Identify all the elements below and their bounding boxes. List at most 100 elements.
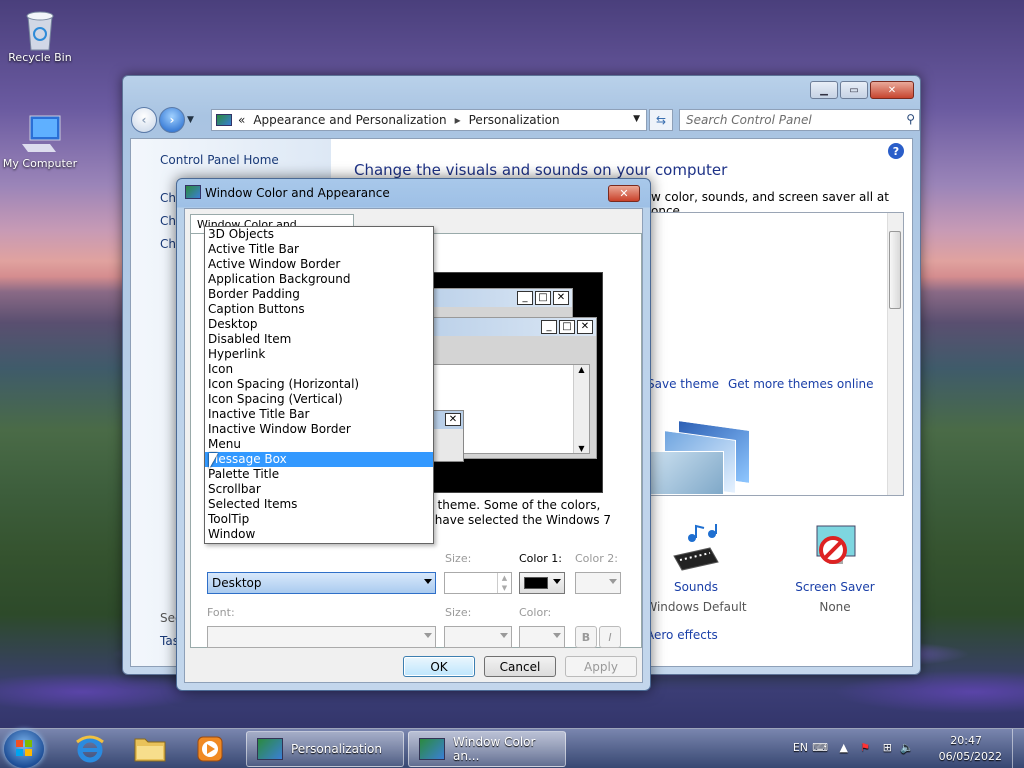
font-color-label: Color: — [519, 606, 552, 619]
item-dropdown[interactable]: Desktop — [207, 572, 436, 594]
network-icon[interactable]: ⊞ — [883, 741, 892, 754]
show-desktop-button[interactable] — [1012, 729, 1024, 768]
list-item[interactable]: Inactive Title Bar — [205, 407, 433, 422]
list-item[interactable]: ToolTip — [205, 512, 433, 527]
search-input[interactable]: Search Control Panel ⚲ — [679, 109, 920, 131]
clock-time[interactable]: 20:47 — [950, 734, 982, 747]
list-item[interactable]: Icon — [205, 362, 433, 377]
taskbar-item-label: Personalization — [291, 742, 382, 756]
search-placeholder: Search Control Panel — [686, 113, 812, 127]
dialog-close-button[interactable]: ✕ — [608, 185, 640, 202]
left-link-1[interactable]: Ch — [160, 191, 176, 205]
item-dropdown-list[interactable]: 3D Objects Active Title Bar Active Windo… — [204, 226, 434, 544]
volume-icon[interactable]: 🔈 — [900, 741, 914, 754]
font-dropdown[interactable] — [207, 626, 436, 648]
size-label: Size: — [445, 552, 472, 565]
list-item-selected[interactable]: Message Box — [205, 452, 433, 467]
maximize-button[interactable]: ▭ — [840, 81, 868, 99]
address-bar[interactable]: « Appearance and Personalization ▸ Perso… — [211, 109, 647, 131]
list-item[interactable]: Application Background — [205, 272, 433, 287]
left-link-2[interactable]: Ch — [160, 214, 176, 228]
list-item[interactable]: Inactive Window Border — [205, 422, 433, 437]
internet-explorer-icon[interactable] — [64, 731, 116, 767]
language-indicator[interactable]: EN — [793, 741, 808, 754]
list-item[interactable]: Icon Spacing (Vertical) — [205, 392, 433, 407]
font-size-dropdown[interactable] — [444, 626, 512, 648]
file-explorer-icon[interactable] — [124, 731, 176, 767]
theme-scrollbar[interactable] — [887, 213, 903, 495]
list-item[interactable]: Icon Spacing (Horizontal) — [205, 377, 433, 392]
breadcrumb-arrow-icon[interactable]: ▸ — [455, 113, 461, 127]
apply-button[interactable]: Apply — [565, 656, 637, 677]
action-center-icon[interactable]: ⚑ — [860, 741, 870, 754]
list-item[interactable]: Hyperlink — [205, 347, 433, 362]
sounds-icon — [670, 524, 722, 574]
recycle-bin-icon — [20, 8, 60, 51]
back-button[interactable]: ‹ — [131, 107, 157, 133]
aero-effects-link[interactable]: Aero effects — [646, 628, 718, 642]
list-item[interactable]: Disabled Item — [205, 332, 433, 347]
scrollbar-thumb[interactable] — [889, 231, 901, 309]
color1-picker[interactable] — [519, 572, 565, 594]
breadcrumb-personalization[interactable]: Personalization — [469, 113, 560, 127]
close-button[interactable]: ✕ — [870, 81, 914, 99]
chevron-down-icon — [424, 633, 432, 638]
help-icon[interactable]: ? — [888, 143, 904, 159]
start-button[interactable] — [4, 730, 44, 768]
cancel-button[interactable]: Cancel — [484, 656, 556, 677]
breadcrumb-appearance[interactable]: Appearance and Personalization — [253, 113, 446, 127]
list-item[interactable]: Active Title Bar — [205, 242, 433, 257]
control-panel-home-link[interactable]: Control Panel Home — [160, 153, 279, 167]
ok-button[interactable]: OK — [403, 656, 475, 677]
minimize-button[interactable]: ▁ — [810, 81, 838, 99]
list-item[interactable]: Window — [205, 527, 433, 542]
italic-button[interactable]: I — [599, 626, 621, 648]
address-dropdown-icon[interactable]: ▼ — [633, 114, 640, 124]
chevron-down-icon — [553, 579, 561, 584]
description-line-1: s 7 theme. Some of the colors, — [416, 498, 601, 512]
list-item[interactable]: Menu — [205, 437, 433, 452]
color2-picker[interactable] — [575, 572, 621, 594]
description-line-2: ou have selected the Windows 7 — [416, 513, 612, 527]
color1-swatch — [524, 577, 548, 589]
list-item[interactable]: Scrollbar — [205, 482, 433, 497]
list-item[interactable]: Desktop — [205, 317, 433, 332]
forward-button[interactable]: › — [159, 107, 185, 133]
dialog-title: Window Color and Appearance — [205, 186, 390, 200]
search-icon[interactable]: ⚲ — [906, 112, 915, 126]
keyboard-icon[interactable]: ⌨ — [812, 741, 828, 754]
taskbar-item-personalization[interactable]: Personalization — [246, 731, 404, 767]
list-item[interactable]: Selected Items — [205, 497, 433, 512]
clock-date[interactable]: 06/05/2022 — [939, 750, 1002, 763]
list-item[interactable]: Active Window Border — [205, 257, 433, 272]
taskbar-item-window-color[interactable]: Window Color an... — [408, 731, 566, 767]
theme-list[interactable]: Save theme Get more themes online — [641, 212, 904, 496]
back-arrow-icon: ‹ — [141, 113, 147, 127]
navigation-bar: ‹ › ▼ « Appearance and Personalization ▸… — [131, 107, 920, 133]
save-theme-link[interactable]: Save theme — [647, 377, 719, 391]
taskbar: Personalization Window Color an... EN ⌨ … — [0, 728, 1024, 768]
refresh-button[interactable]: ⇆ — [649, 109, 673, 131]
screen-saver-value: None — [819, 600, 851, 614]
desktop-icon-my-computer[interactable]: My Computer — [0, 114, 80, 170]
window-controls: ▁ ▭ ✕ — [810, 81, 914, 99]
recent-pages-dropdown-icon[interactable]: ▼ — [187, 115, 194, 125]
preview-active-window: _ □ ✕ ▲ ▼ ✕ — [417, 317, 597, 462]
bold-button[interactable]: B — [575, 626, 597, 648]
sounds-tile[interactable]: Sounds Windows Default — [641, 524, 751, 614]
list-item[interactable]: Caption Buttons — [205, 302, 433, 317]
media-player-icon[interactable] — [184, 731, 236, 767]
item-size-stepper[interactable]: ▲ ▼ — [444, 572, 512, 594]
list-item[interactable]: Border Padding — [205, 287, 433, 302]
left-link-3[interactable]: Ch — [160, 237, 176, 251]
get-more-themes-link[interactable]: Get more themes online — [728, 377, 874, 391]
font-color-picker[interactable] — [519, 626, 565, 648]
theme-thumbnail-icon[interactable] — [644, 419, 752, 495]
color2-label: Color 2: — [575, 552, 618, 565]
screen-saver-tile[interactable]: Screen Saver None — [780, 524, 890, 614]
show-hidden-icons[interactable]: ▲ — [840, 741, 848, 754]
list-item[interactable]: 3D Objects — [205, 227, 433, 242]
window-color-icon — [419, 738, 445, 760]
desktop-icon-recycle-bin[interactable]: Recycle Bin — [0, 8, 80, 64]
list-item[interactable]: Palette Title — [205, 467, 433, 482]
